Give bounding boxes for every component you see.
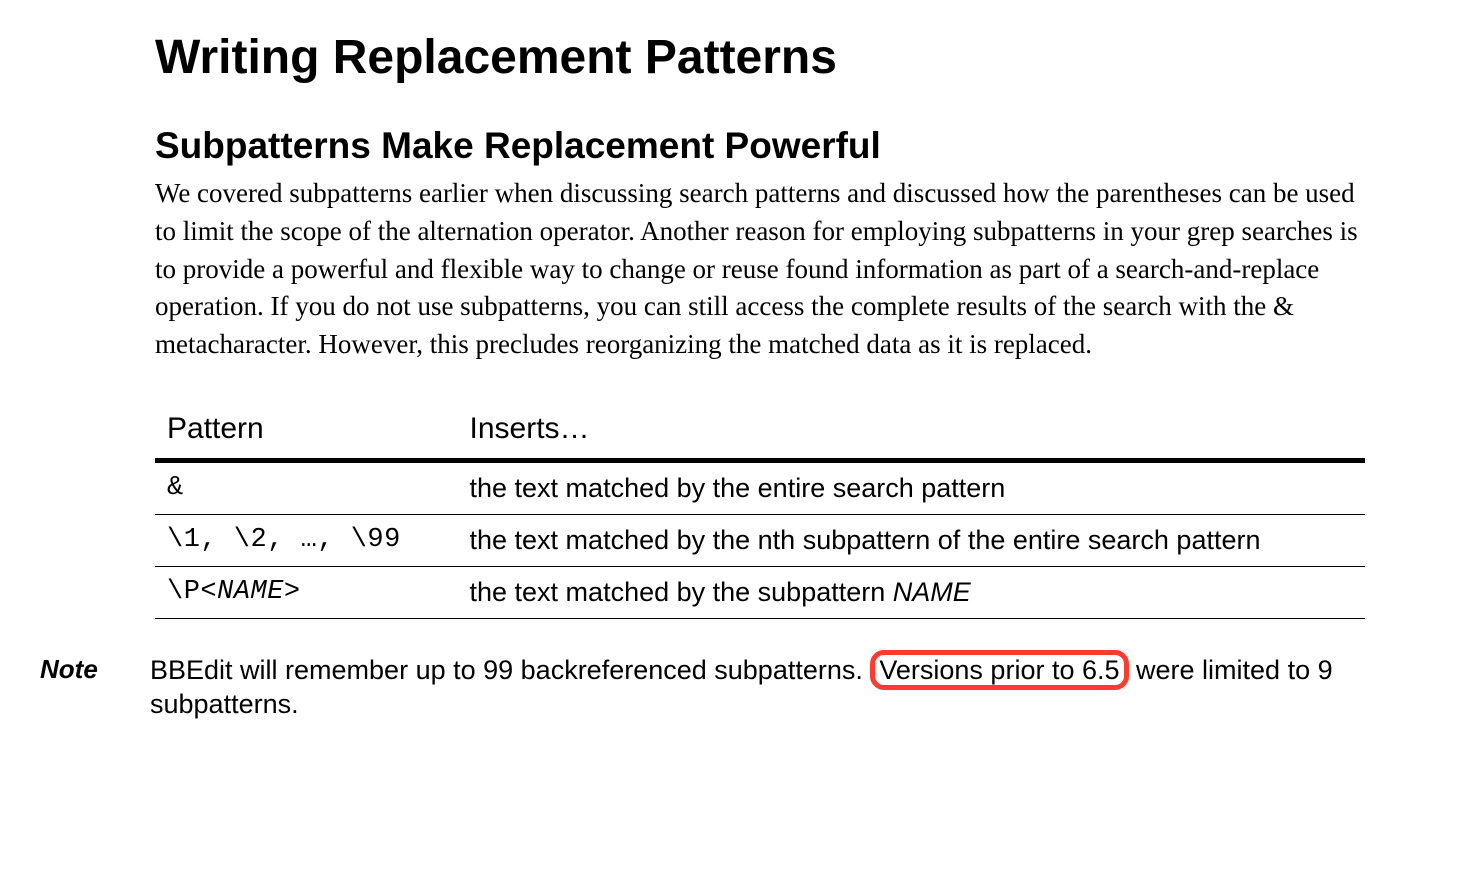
table-row: & the text matched by the entire search … <box>155 460 1365 514</box>
patterns-table: Pattern Inserts… & the text matched by t… <box>155 404 1365 619</box>
pattern-cell: \P<NAME> <box>155 566 458 618</box>
inserts-cell: the text matched by the subpattern NAME <box>458 566 1366 618</box>
note-text: BBEdit will remember up to 99 backrefere… <box>150 654 1365 722</box>
inserts-cell: the text matched by the nth subpattern o… <box>458 514 1366 566</box>
note-label: Note <box>40 654 120 685</box>
page-title: Writing Replacement Patterns <box>155 30 1365 85</box>
pattern-cell: \1, \2, …, \99 <box>155 514 458 566</box>
table-row: \P<NAME> the text matched by the subpatt… <box>155 566 1365 618</box>
col-header-pattern: Pattern <box>155 404 458 461</box>
pattern-cell: & <box>155 460 458 514</box>
inserts-cell: the text matched by the entire search pa… <box>458 460 1366 514</box>
table-row: \1, \2, …, \99 the text matched by the n… <box>155 514 1365 566</box>
note-block: Note BBEdit will remember up to 99 backr… <box>40 654 1365 722</box>
col-header-inserts: Inserts… <box>458 404 1366 461</box>
section-heading: Subpatterns Make Replacement Powerful <box>155 125 1365 167</box>
highlighted-text: Versions prior to 6.5 <box>870 650 1128 690</box>
table-header-row: Pattern Inserts… <box>155 404 1365 461</box>
intro-paragraph: We covered subpatterns earlier when disc… <box>155 175 1365 364</box>
